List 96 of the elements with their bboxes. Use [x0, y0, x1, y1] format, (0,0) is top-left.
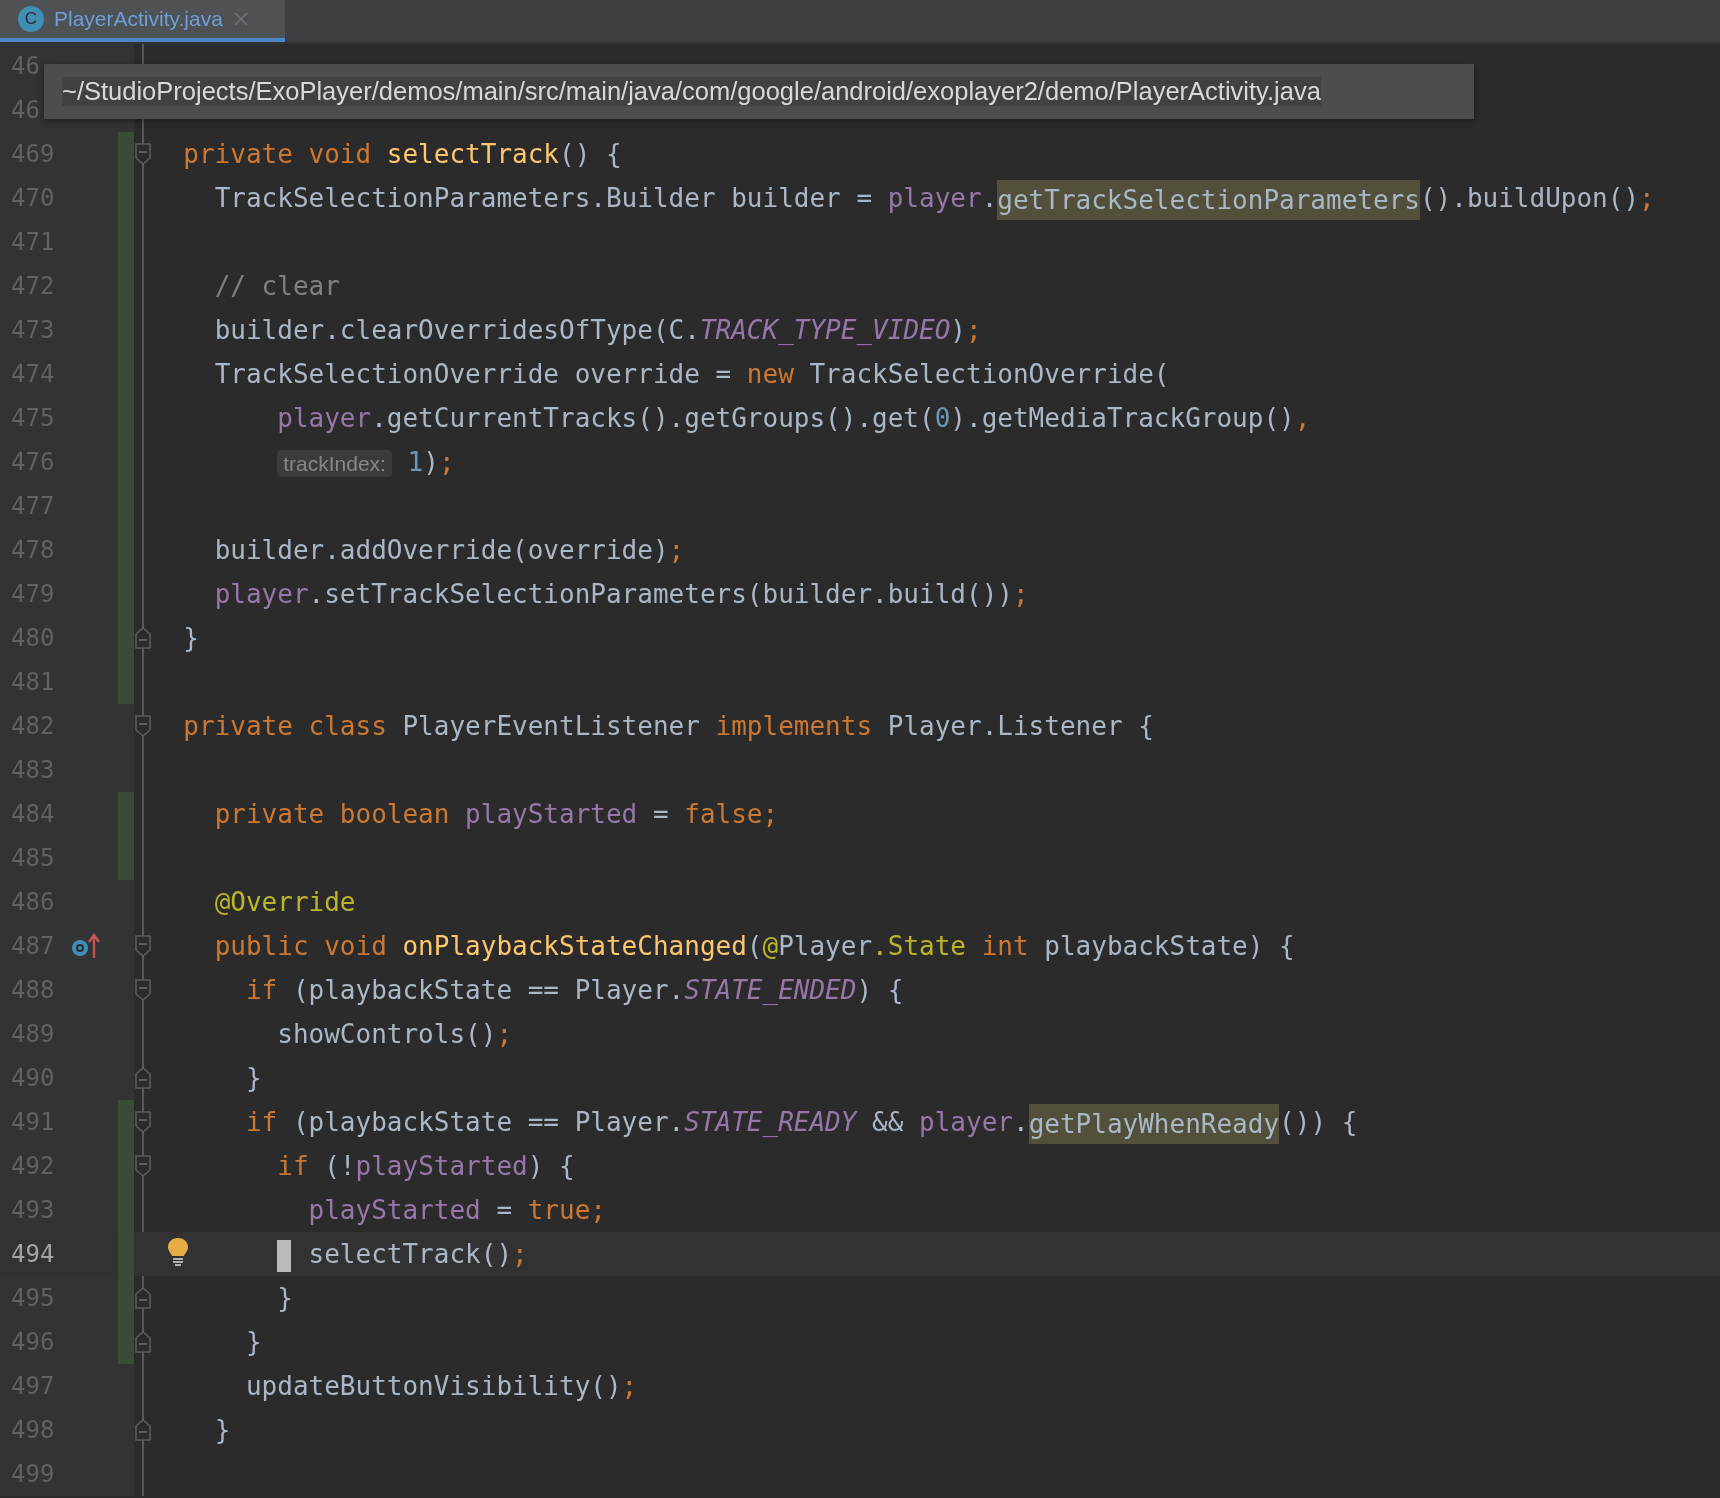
code-text: .setTrackSelectionParameters(builder.build())	[308, 579, 1013, 609]
code-keyword: if	[245, 1107, 279, 1137]
target-up-arrow-icon[interactable]	[71, 933, 101, 959]
code-keyword: int	[981, 931, 1030, 961]
code-text: builder.addOverride(override)	[214, 535, 669, 565]
code-keyword: ;	[512, 1239, 528, 1269]
code-keyword: ;	[668, 535, 685, 565]
class-icon: C	[18, 6, 44, 32]
code-text: .	[981, 183, 998, 213]
code-field: playStarted	[465, 799, 638, 829]
code-field: player	[887, 183, 982, 213]
fold-marker-icon[interactable]	[134, 714, 152, 738]
fold-marker-icon[interactable]	[134, 142, 152, 166]
code-keyword: true;	[527, 1195, 606, 1225]
code-text: ().buildUpon()	[1419, 183, 1640, 213]
file-path-tooltip: ~/StudioProjects/ExoPlayer/demos/main/src/main/java/com/google/android/exoplayer2/demo/PlayerActivity.java	[44, 64, 1474, 119]
code-keyword: ;	[438, 447, 455, 477]
code-text: }	[245, 1063, 262, 1093]
code-keyword: ;	[496, 1019, 513, 1049]
code-text: ) {	[527, 1151, 575, 1181]
code-keyword: ;	[966, 315, 982, 345]
highlighted-usage: getTrackSelectionParameters	[997, 179, 1420, 220]
fold-marker-icon[interactable]	[134, 978, 152, 1002]
code-text: =	[496, 1195, 514, 1225]
fold-marker-icon[interactable]	[134, 1110, 152, 1134]
code-keyword: new	[746, 359, 795, 389]
code-text: .getCurrentTracks().getGroups().get(	[371, 403, 935, 433]
code-constant: STATE_READY	[684, 1107, 857, 1137]
code-field: playStarted	[308, 1195, 481, 1225]
code-constant: TRACK_TYPE_VIDEO	[699, 315, 951, 345]
code-text: playbackState) {	[1044, 931, 1295, 961]
fold-marker-icon[interactable]	[134, 1286, 152, 1310]
code-field: playStarted	[355, 1151, 528, 1181]
code-text: }	[245, 1327, 262, 1357]
code-text: }	[183, 623, 199, 653]
fold-marker-icon[interactable]	[134, 934, 152, 958]
code-text: showControls()	[277, 1019, 497, 1049]
code-text: }	[214, 1415, 231, 1445]
code-text: updateButtonVisibility()	[245, 1371, 622, 1401]
code-text: )	[423, 447, 439, 477]
method-name: onPlaybackStateChanged	[402, 931, 747, 961]
code-text: PlayerEventListener	[402, 711, 701, 741]
code-text: }	[277, 1283, 293, 1313]
code-keyword: false;	[684, 799, 779, 829]
line-number: 494	[10, 1239, 54, 1270]
code-annotation: @Override	[214, 887, 356, 917]
code-text: ).getMediaTrackGroup()	[950, 403, 1295, 433]
parameter-hint: trackIndex:	[277, 450, 392, 477]
code-keyword: ;	[1012, 579, 1029, 609]
code-keyword: ;	[1639, 183, 1655, 213]
code-text: selectTrack()	[308, 1239, 513, 1269]
code-text: (playbackState == Player.	[292, 1107, 685, 1137]
close-icon[interactable]	[232, 11, 249, 27]
fold-marker-icon[interactable]	[134, 1330, 152, 1354]
code-text: )	[950, 315, 966, 345]
code-field: player	[919, 1107, 1013, 1137]
code-text: () {	[559, 139, 622, 169]
code-number: 0	[934, 403, 951, 433]
file-tab[interactable]: C PlayerActivity.java	[0, 0, 285, 42]
code-text: builder.clearOverridesOfType(C.	[214, 315, 700, 345]
code-keyword: ,	[1294, 403, 1311, 433]
code-text: Player.Listener {	[887, 711, 1154, 741]
code-annotation: @	[762, 931, 779, 961]
fold-marker-icon[interactable]	[134, 626, 152, 650]
code-text: ()) {	[1279, 1107, 1358, 1137]
code-number: 1	[407, 447, 424, 477]
code-keyword: if	[277, 1151, 310, 1181]
code-text: TrackSelectionOverride(	[809, 359, 1170, 389]
lightbulb-icon[interactable]	[167, 1237, 189, 1267]
code-text: .	[1012, 1107, 1029, 1137]
code-text: =	[652, 799, 670, 829]
code-text: TrackSelectionParameters.Builder builder =	[214, 183, 874, 213]
code-text: &&	[872, 1107, 905, 1137]
code-comment: // clear	[214, 271, 340, 301]
code-text: (!	[324, 1151, 356, 1181]
code-field: player	[277, 403, 372, 433]
code-keyword: private class	[183, 711, 388, 741]
code-keyword: private void	[183, 139, 373, 169]
code-keyword: if	[245, 975, 279, 1005]
code-field: player	[214, 579, 309, 609]
code-constant: STATE_ENDED	[684, 975, 857, 1005]
fold-marker-icon[interactable]	[134, 1154, 152, 1178]
code-keyword: implements	[715, 711, 874, 741]
code-text: Player	[778, 931, 873, 961]
fold-marker-icon[interactable]	[134, 1418, 152, 1442]
code-annotation: .State	[872, 931, 966, 961]
method-name: selectTrack	[386, 139, 559, 169]
code-keyword: private boolean	[214, 799, 451, 829]
code-text: (	[746, 931, 763, 961]
fold-marker-icon[interactable]	[134, 1066, 152, 1090]
code-keyword: ;	[621, 1371, 638, 1401]
code-text: TrackSelectionOverride override =	[214, 359, 733, 389]
highlighted-usage: getPlayWhenReady	[1028, 1103, 1280, 1144]
code-keyword: public void	[214, 931, 388, 961]
code-text: ) {	[856, 975, 904, 1005]
code-text: (playbackState == Player.	[292, 975, 685, 1005]
